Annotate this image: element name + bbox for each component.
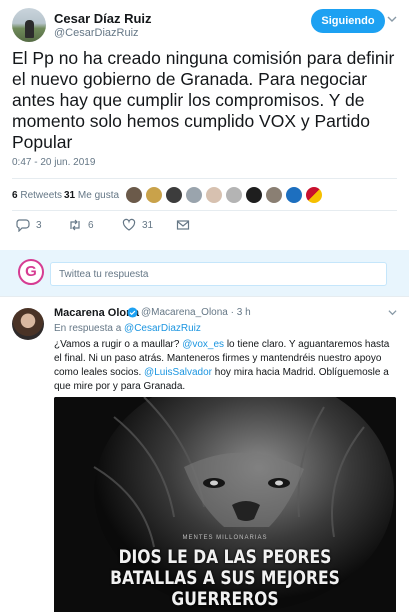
image-brand-text: MENTES MILLONARIAS (182, 535, 268, 541)
tweet-timestamp[interactable]: 0:47 - 20 jun. 2019 (12, 157, 95, 168)
reply-input[interactable]: Twittea tu respuesta (50, 262, 387, 286)
liker-avatar[interactable] (225, 186, 243, 204)
liker-avatar[interactable] (305, 186, 323, 204)
reply-tweet[interactable]: Macarena Olona @Macarena_Olona · 3 h En … (0, 297, 409, 612)
divider (12, 178, 397, 179)
in-reply-to-link[interactable]: @CesarDiazRuiz (124, 323, 201, 334)
tweet-text: El Pp no ha creado ninguna comisión para… (12, 48, 395, 152)
tweet-header: Cesar Díaz Ruiz @CesarDiazRuiz Siguiendo (12, 8, 397, 42)
reply-author-handle[interactable]: @Macarena_Olona · 3 h (141, 307, 251, 318)
author-avatar[interactable] (12, 8, 46, 42)
dm-action[interactable] (176, 218, 190, 232)
liker-avatar[interactable] (145, 186, 163, 204)
reply-icon (16, 219, 30, 232)
verified-badge-icon (127, 307, 138, 318)
user-avatar[interactable]: G (18, 259, 44, 285)
divider (12, 210, 397, 211)
likes-stat[interactable]: 31 Me gusta (64, 190, 119, 201)
chevron-down-icon[interactable] (388, 308, 397, 317)
liker-avatar[interactable] (285, 186, 303, 204)
like-count: 31 (142, 219, 154, 231)
author-name[interactable]: Cesar Díaz Ruiz (54, 11, 152, 26)
reply-age: · 3 h (230, 307, 251, 318)
image-quote: DIOS LE DA LAS PEORES BATALLAS A SUS MEJ… (110, 546, 340, 610)
divider (0, 296, 409, 297)
attached-image[interactable]: MENTES MILLONARIAS DIOS LE DA LAS PEORES… (54, 397, 396, 612)
tweet-actions: 3 6 31 (12, 216, 392, 236)
retweet-action[interactable]: 6 (68, 218, 94, 232)
author-handle[interactable]: @CesarDiazRuiz (54, 27, 139, 39)
reply-author-avatar[interactable] (12, 308, 44, 340)
mention-link[interactable]: @vox_es (182, 339, 224, 350)
mention-link[interactable]: @LuisSalvador (144, 367, 212, 378)
reply-count: 3 (36, 219, 42, 231)
reply-action[interactable]: 3 (16, 218, 42, 232)
in-reply-to: En respuesta a @CesarDiazRuiz (54, 323, 201, 334)
heart-icon (122, 218, 136, 231)
liker-avatar[interactable] (125, 186, 143, 204)
reply-text: ¿Vamos a rugir o a maullar? @vox_es lo t… (54, 339, 390, 392)
envelope-icon (176, 220, 190, 230)
retweet-icon (70, 219, 80, 231)
liker-avatar[interactable] (185, 186, 203, 204)
following-button[interactable]: Siguiendo (311, 9, 385, 33)
liker-avatar[interactable] (165, 186, 183, 204)
chevron-down-icon[interactable] (387, 14, 397, 24)
retweet-count: 6 (88, 219, 94, 231)
like-action[interactable]: 31 (122, 218, 153, 232)
retweets-stat[interactable]: 6 Retweets (12, 190, 62, 201)
reply-compose-bar: G Twittea tu respuesta (0, 250, 409, 296)
liker-avatar[interactable] (205, 186, 223, 204)
liker-avatar[interactable] (245, 186, 263, 204)
liker-avatar[interactable] (265, 186, 283, 204)
